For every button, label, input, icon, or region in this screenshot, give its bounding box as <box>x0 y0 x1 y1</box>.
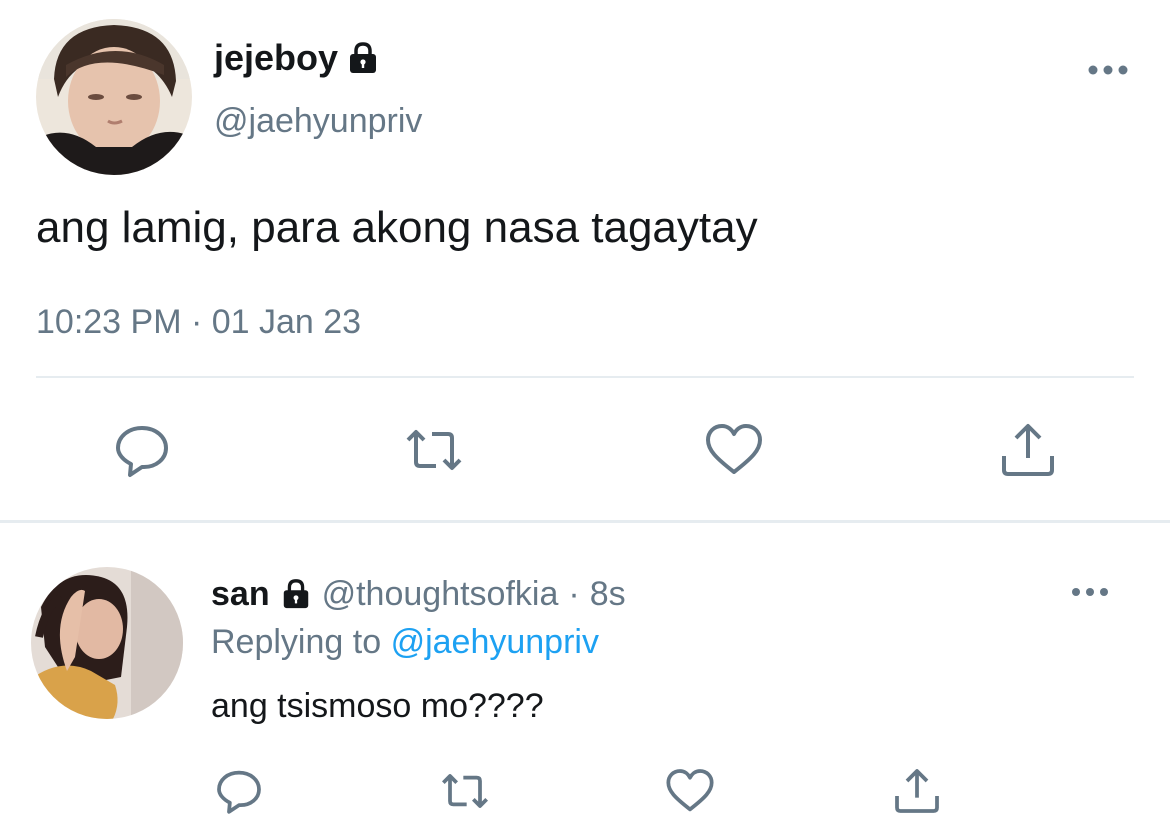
lock-icon <box>346 41 380 75</box>
like-icon[interactable] <box>665 766 715 816</box>
reply-header: san @thoughtsofkia · 8s <box>211 572 626 616</box>
tweet-thread: jejeboy @jaehyunpriv ang lamig, para ako… <box>0 0 1170 834</box>
retweet-icon[interactable] <box>404 420 464 480</box>
replying-to-line: Replying to @jaehyunpriv <box>211 620 599 664</box>
divider <box>36 376 1134 378</box>
lock-icon <box>280 578 312 610</box>
retweet-icon[interactable] <box>440 766 490 816</box>
main-author-name[interactable]: jejeboy <box>214 36 338 80</box>
main-author-handle[interactable]: @jaehyunpriv <box>214 100 422 142</box>
main-tweet-timestamp[interactable]: 10:23 PM · 01 Jan 23 <box>36 300 361 344</box>
share-icon[interactable] <box>998 420 1058 480</box>
reply-tweet-text: ang tsismoso mo???? <box>211 687 544 725</box>
more-dots-icon[interactable] <box>1070 580 1110 604</box>
reply-author-handle[interactable]: @thoughtsofkia <box>322 572 559 616</box>
divider <box>0 520 1170 523</box>
replying-to-link[interactable]: @jaehyunpriv <box>391 623 599 661</box>
main-author-avatar[interactable] <box>36 19 192 175</box>
like-icon[interactable] <box>704 420 764 480</box>
main-tweet-text: ang lamig, para akong nasa tagaytay <box>36 203 758 252</box>
replying-to-label: Replying to <box>211 623 382 661</box>
main-author-name-row[interactable]: jejeboy <box>214 36 380 80</box>
separator-dot: · <box>568 575 580 613</box>
more-dots-icon[interactable] <box>1086 58 1130 82</box>
share-icon[interactable] <box>892 766 942 816</box>
reply-icon[interactable] <box>214 766 264 816</box>
reply-icon[interactable] <box>112 420 172 480</box>
reply-author-avatar[interactable] <box>31 567 183 719</box>
reply-author-name[interactable]: san <box>211 572 270 616</box>
reply-age[interactable]: 8s <box>590 572 626 616</box>
